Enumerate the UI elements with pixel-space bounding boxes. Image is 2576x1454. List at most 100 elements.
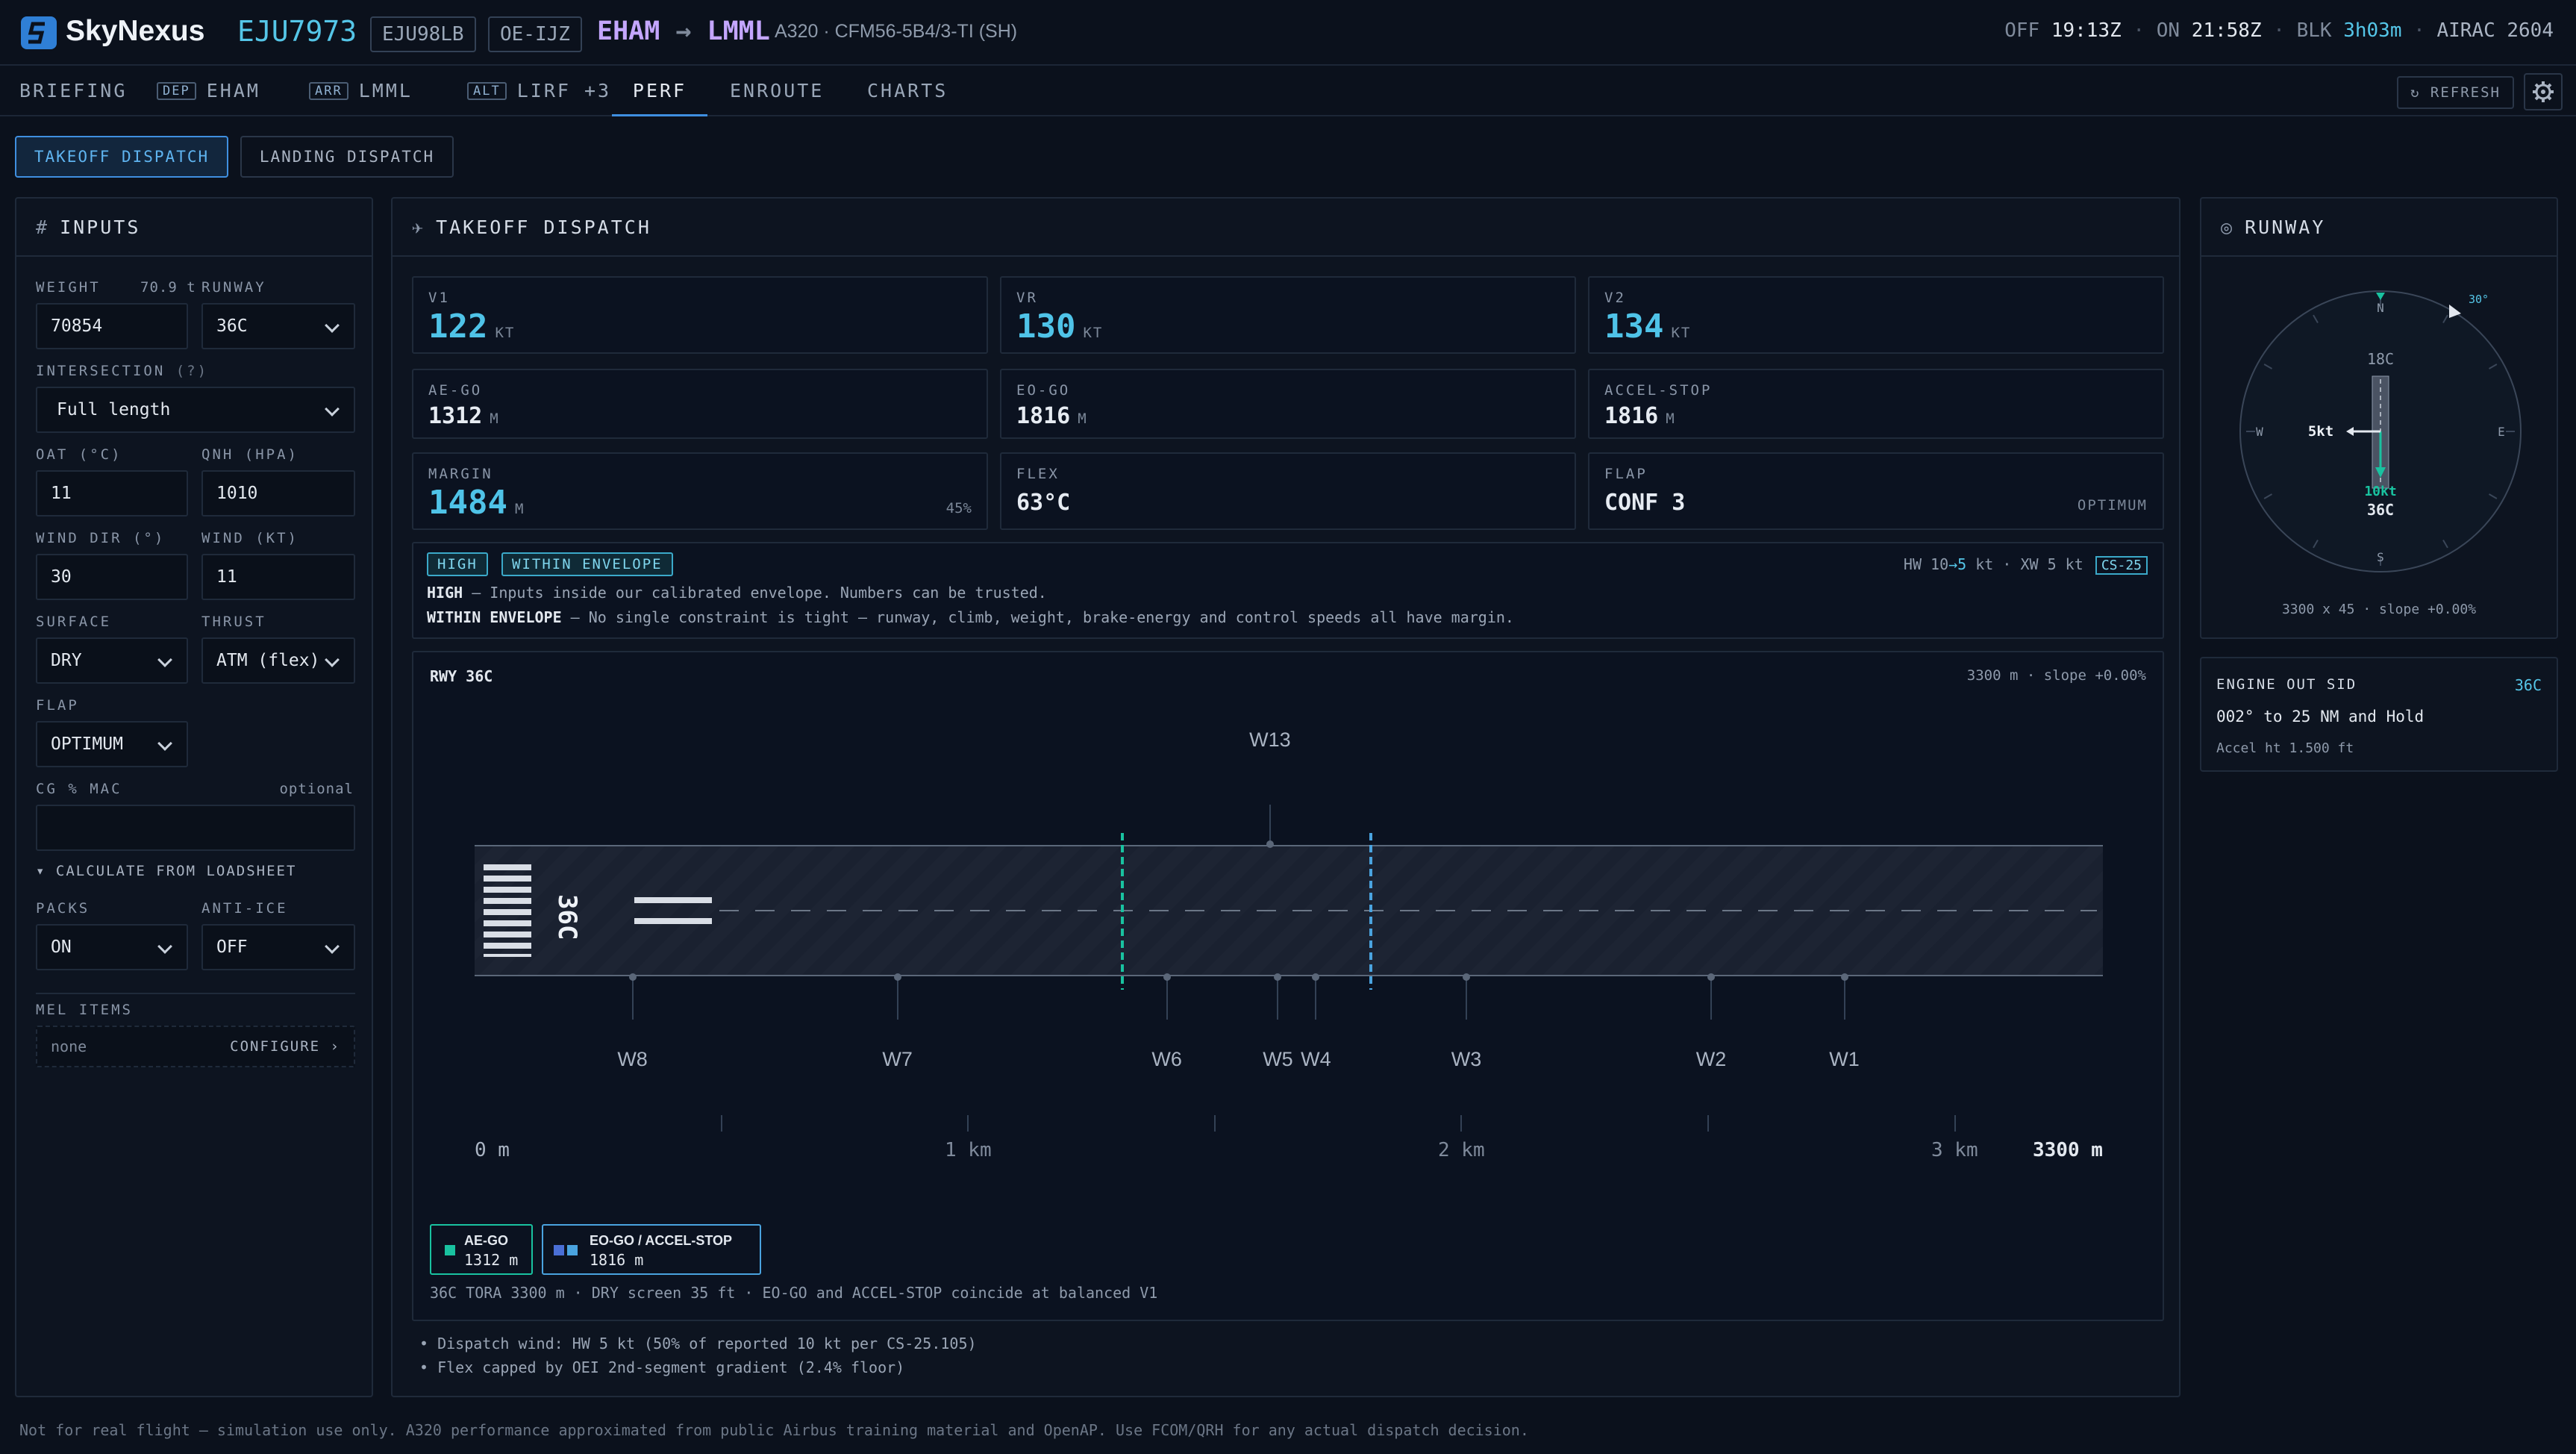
scale-tick — [1213, 1115, 1216, 1132]
taxiway-stem — [1269, 805, 1271, 845]
runway-select[interactable]: 36C — [201, 303, 355, 349]
antiice-select[interactable]: OFF — [201, 924, 355, 970]
sid-runway: 36C — [2514, 676, 2542, 694]
eogo-value: 1816 M — [1016, 403, 1088, 429]
cert-chip: CS-25 — [2095, 556, 2148, 575]
bullet-2: • Flex capped by OEI 2nd-segment gradien… — [419, 1358, 905, 1376]
taxiway-stem — [1315, 978, 1317, 1020]
taxiway-stem — [1710, 978, 1712, 1020]
wind-summary: HW 10→5 kt · XW 5 kt CS-25 — [1904, 555, 2148, 575]
compass-e: E — [2498, 425, 2505, 439]
taxiway-label: W3 — [1451, 1048, 1482, 1070]
vr-value: 130 KT — [1016, 308, 1104, 346]
scale-tick — [967, 1115, 969, 1132]
inputs-header: # INPUTS — [16, 199, 372, 257]
packs-select[interactable]: ON — [36, 924, 188, 970]
note-high: HIGH — Inputs inside our calibrated enve… — [427, 584, 1047, 602]
margin-percent: 45% — [945, 500, 972, 517]
confidence-box: HIGH WITHIN ENVELOPE HW 10→5 kt · XW 5 k… — [412, 542, 2164, 639]
hash-icon: # — [36, 216, 50, 238]
surface-select[interactable]: DRY — [36, 637, 188, 684]
subtab-takeoff[interactable]: TAKEOFF DISPATCH — [15, 136, 228, 178]
oat-input[interactable]: 11 — [36, 470, 188, 517]
loadsheet-toggle[interactable]: ▾ CALCULATE FROM LOADSHEET — [36, 863, 296, 879]
tab-arr[interactable]: ARR LMML — [309, 67, 413, 116]
wind-direction: 30° — [2469, 293, 2489, 306]
scale-tick — [1460, 1115, 1463, 1132]
runway-header: ◎ RUNWAY — [2201, 199, 2557, 257]
wind-dir-input[interactable]: 30 — [36, 554, 188, 600]
flap-note: OPTIMUM — [2077, 497, 2148, 514]
flight-number: EJU7973 — [237, 15, 357, 48]
taxiway-dot — [1707, 973, 1715, 981]
rwy-info: 3300 m · slope +0.00% — [1966, 667, 2146, 684]
antiice-label: ANTI-ICE — [201, 900, 288, 917]
refresh-button[interactable]: ↻ REFRESH — [2397, 76, 2514, 109]
top-bar: SkyNexus EJU7973 EJU98LB OE-IJZ EHAM → L… — [0, 0, 2576, 66]
v2-label: V2 — [1604, 290, 1626, 306]
note-envelope: WITHIN ENVELOPE — No single constraint i… — [427, 608, 1514, 626]
taxiway-stem — [1843, 978, 1845, 1020]
intersection-select[interactable]: Full length — [36, 387, 355, 433]
centerline — [719, 910, 2097, 911]
on-time: 21:58Z — [2191, 19, 2262, 42]
sid-accel: Accel ht 1.500 ft — [2216, 740, 2354, 756]
tab-enroute[interactable]: ENROUTE — [730, 67, 824, 116]
tab-alt-label: LIRF +3 — [516, 80, 612, 102]
legend-aego-value: 1312 m — [464, 1251, 519, 1269]
legend-aego: AE-GO 1312 m — [430, 1224, 533, 1275]
arr-tag: ARR — [309, 82, 348, 100]
mel-configure-link[interactable]: CONFIGURE › — [230, 1027, 340, 1066]
vr-card: VR 130 KT — [1000, 276, 1576, 354]
wind-dir-label: WIND DIR (°) — [36, 530, 166, 546]
flex-value: 63°C — [1016, 490, 1071, 516]
off-label: OFF — [2004, 19, 2040, 42]
alt-tag: ALT — [467, 82, 507, 100]
runway-diagram: RWY 36C 3300 m · slope +0.00% 36C W8 W7 W6… — [412, 651, 2164, 1321]
inputs-panel: # INPUTS WEIGHT 70.9 t 70854 RUNWAY 36C I… — [15, 197, 373, 1397]
tab-briefing[interactable]: BRIEFING — [19, 67, 127, 116]
v1-value: 122 KT — [428, 308, 516, 346]
taxiway-label: W1 — [1829, 1048, 1860, 1070]
eogo-marker — [1369, 833, 1372, 990]
divider — [36, 993, 355, 994]
taxiway-stem — [1277, 978, 1279, 1020]
margin-card: MARGIN 1484 M 45% — [412, 452, 988, 530]
logo-icon — [21, 16, 57, 49]
runway-end-bottom: 36C — [2367, 501, 2394, 519]
callsign-chip: EJU98LB — [370, 16, 476, 52]
tab-perf[interactable]: PERF — [612, 67, 707, 116]
qnh-input[interactable]: 1010 — [201, 470, 355, 517]
tab-charts[interactable]: CHARTS — [867, 67, 948, 116]
accel-stop-card: ACCEL-STOP 1816 M — [1588, 369, 2164, 439]
bullet-1: • Dispatch wind: HW 5 kt (50% of reporte… — [419, 1335, 977, 1352]
flap-card: FLAP CONF 3 OPTIMUM — [1588, 452, 2164, 530]
taxiway-stem — [1166, 978, 1168, 1020]
flex-card: FLEX 63°C — [1000, 452, 1576, 530]
thrust-select[interactable]: ATM (flex) — [201, 637, 355, 684]
tab-dep[interactable]: DEP EHAM — [157, 67, 260, 116]
scale-tick — [1707, 1115, 1710, 1132]
tab-alt[interactable]: ALT LIRF +3 — [467, 67, 611, 116]
flap-label: FLAP — [1604, 466, 1648, 482]
weight-input[interactable]: 70854 — [36, 303, 188, 349]
tab-arr-label: LMML — [358, 80, 413, 102]
settings-button[interactable] — [2524, 73, 2563, 110]
taxiway-dot — [1312, 973, 1320, 981]
flap-select[interactable]: OPTIMUM — [36, 721, 188, 767]
inputs-title: INPUTS — [60, 216, 141, 238]
weight-hint: 70.9 t — [140, 279, 196, 296]
aego-swatch — [445, 1245, 455, 1255]
registration-chip: OE-IJZ — [488, 16, 582, 52]
off-time: 19:13Z — [2051, 19, 2122, 42]
runway-panel: ◎ RUNWAY N S E W 30° 18C 5kt 10kt 36C 330… — [2200, 197, 2558, 639]
cg-input[interactable] — [36, 805, 355, 851]
vr-label: VR — [1016, 290, 1038, 306]
subtab-landing[interactable]: LANDING DISPATCH — [240, 136, 454, 178]
dispatch-panel: ✈ TAKEOFF DISPATCH V1 122 KT VR 130 KT V2 1… — [391, 197, 2180, 1397]
wind-kt-input[interactable]: 11 — [201, 554, 355, 600]
thrust-label: THRUST — [201, 614, 266, 630]
logo[interactable] — [19, 15, 58, 51]
taxiway-dot — [1266, 840, 1274, 848]
route-arrow: → — [675, 16, 692, 46]
